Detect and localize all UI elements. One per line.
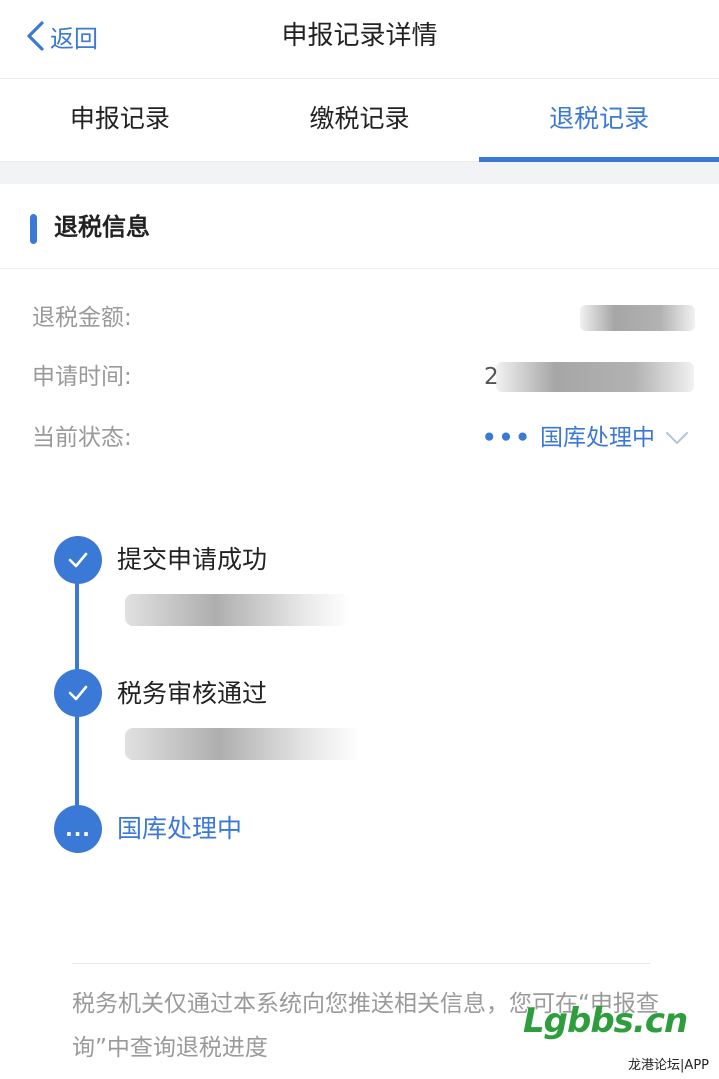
status-value: 国库处理中: [540, 425, 655, 451]
step-1-title: 提交申请成功: [117, 545, 268, 574]
refund-amount-label: 退税金额:: [32, 305, 132, 331]
refund-amount-redacted: [580, 305, 695, 331]
section-header: 退税信息: [0, 184, 719, 269]
refund-amount-row: 退税金额:: [0, 293, 719, 343]
watermark-logo-text: Lgbbs.cn: [523, 1001, 688, 1041]
status-dots: •••: [481, 425, 532, 451]
chevron-down-icon: [666, 432, 688, 444]
current-status-label: 当前状态:: [32, 425, 132, 451]
step-2-check-icon: [54, 669, 102, 717]
nav-bar: 返回 申报记录详情: [0, 0, 719, 79]
tab-payment-records[interactable]: 缴税记录: [240, 79, 480, 161]
apply-time-redacted: [496, 362, 694, 392]
tab-refund-records[interactable]: 退税记录: [479, 79, 719, 162]
apply-time-row: 申请时间: 2: [0, 352, 719, 402]
step-3-ellipsis-icon: ...: [54, 805, 102, 853]
step-1-time-redacted: [125, 594, 350, 626]
footer-divider: [72, 963, 650, 964]
step-2-title: 税务审核通过: [117, 679, 268, 708]
site-watermark-logo: Lgbbs.cn 龙港论坛|APP: [523, 1001, 713, 1073]
watermark-sub-text: 龙港论坛|APP: [628, 1058, 709, 1073]
step-2-time-redacted: [125, 728, 360, 760]
step-1-check-icon: [54, 536, 102, 584]
record-tabs: 申报记录 缴税记录 退税记录: [0, 79, 719, 162]
section-title: 退税信息: [54, 213, 150, 241]
section-gap: [0, 162, 719, 184]
section-accent-bar: [30, 214, 37, 244]
apply-time-label: 申请时间:: [32, 364, 132, 390]
page-title: 申报记录详情: [281, 21, 438, 51]
status-dropdown[interactable]: ••• 国库处理中: [482, 413, 689, 463]
current-status-row: 当前状态: ••• 国库处理中: [0, 413, 719, 463]
step-3-title: 国库处理中: [117, 814, 243, 843]
tab-declaration-records[interactable]: 申报记录: [0, 79, 240, 161]
